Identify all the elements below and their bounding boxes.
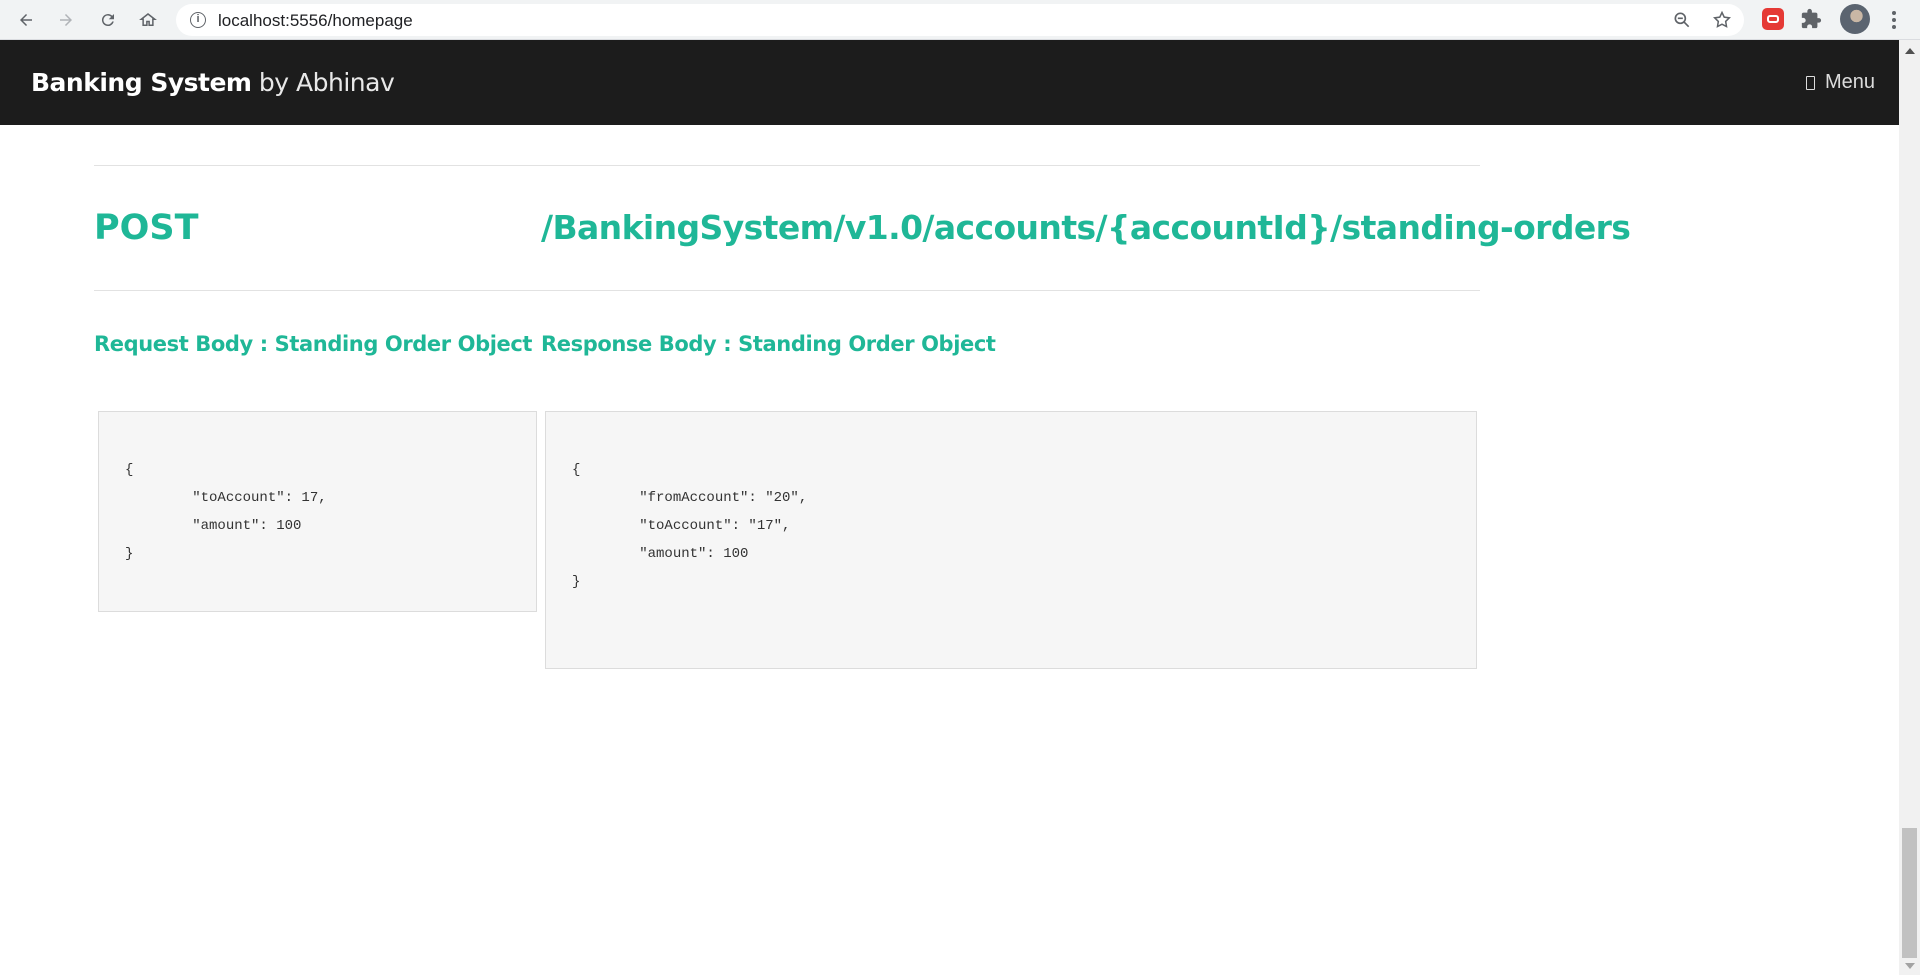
extension-icon[interactable] — [1762, 8, 1784, 30]
reload-button[interactable] — [94, 6, 122, 34]
menu-label: Menu — [1824, 71, 1875, 93]
response-body-title: Response Body : Standing Order Object — [541, 332, 996, 356]
home-icon — [139, 13, 157, 26]
url-text[interactable]: localhost:5556/homepage — [218, 11, 413, 31]
arrow-right-icon — [60, 14, 72, 26]
menu-button[interactable]: Menu — [1805, 71, 1875, 94]
scroll-thumb[interactable] — [1902, 828, 1917, 958]
brand-byline: by Abhinav — [251, 68, 395, 97]
browser-toolbar: i localhost:5556/homepage — [0, 0, 1920, 40]
zoom-icon[interactable] — [1672, 10, 1692, 30]
bookmark-star-icon[interactable] — [1712, 10, 1732, 30]
profile-avatar[interactable] — [1840, 4, 1870, 34]
scroll-up-icon[interactable] — [1905, 48, 1915, 54]
reload-icon — [101, 14, 114, 27]
scroll-down-icon[interactable] — [1905, 963, 1915, 969]
page-scrollbar[interactable] — [1899, 40, 1920, 975]
request-json: { "toAccount": 17, "amount": 100 } — [125, 462, 327, 562]
brand-title: Banking System — [31, 68, 252, 97]
endpoint-path: /BankingSystem/v1.0/accounts/{accountId}… — [541, 208, 1631, 247]
request-body-code: { "toAccount": 17, "amount": 100 } — [98, 411, 537, 612]
arrow-left-icon — [20, 14, 32, 26]
request-body-title: Request Body : Standing Order Object — [94, 332, 533, 356]
divider — [94, 165, 1480, 166]
site-brand[interactable]: Banking System by Abhinav — [31, 68, 395, 97]
puzzle-icon[interactable] — [1800, 8, 1822, 30]
more-vert-icon[interactable] — [1884, 8, 1904, 32]
forward-button[interactable] — [52, 6, 80, 34]
address-bar[interactable]: i localhost:5556/homepage — [176, 4, 1744, 36]
site-header: Banking System by Abhinav Menu — [0, 40, 1899, 125]
response-body-code: { "fromAccount": "20", "toAccount": "17"… — [545, 411, 1477, 669]
home-button[interactable] — [134, 6, 162, 34]
page-viewport: Banking System by Abhinav Menu POST /Ban… — [0, 40, 1899, 975]
http-method: POST — [94, 208, 199, 248]
response-json: { "fromAccount": "20", "toAccount": "17"… — [572, 462, 808, 590]
menu-icon — [1805, 75, 1815, 90]
divider — [94, 290, 1480, 291]
back-button[interactable] — [12, 6, 40, 34]
site-info-icon[interactable]: i — [190, 12, 206, 28]
